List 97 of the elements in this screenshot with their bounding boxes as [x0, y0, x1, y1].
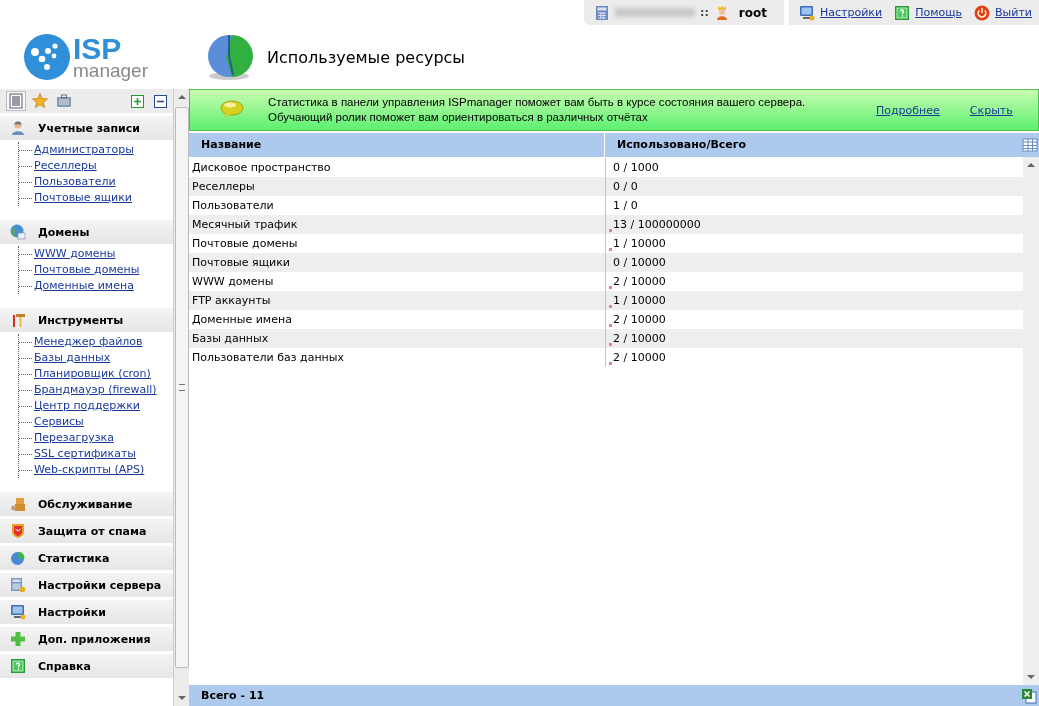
top-link[interactable]: Помощь: [915, 6, 962, 19]
column-header[interactable]: Название: [189, 133, 605, 157]
top-link[interactable]: Настройки: [820, 6, 883, 19]
sidebar-tab[interactable]: [6, 91, 26, 111]
sidebar-link[interactable]: WWW домены: [34, 247, 116, 260]
logo-subtitle: manager: [73, 61, 148, 80]
sidebar-link[interactable]: Перезагрузка: [34, 431, 114, 444]
table-cell: 2 / 10000: [613, 313, 666, 326]
calculator-icon: [594, 4, 610, 21]
monitor-icon: [799, 4, 815, 21]
sidebar-section[interactable]: Учетные записи: [0, 116, 174, 140]
sidebar-link[interactable]: Центр поддержки: [34, 399, 140, 412]
sidebar-link[interactable]: Сервисы: [34, 415, 84, 428]
sidebar-link[interactable]: SSL сертификаты: [34, 447, 136, 460]
sidebar-link[interactable]: Почтовые домены: [34, 263, 140, 276]
spreadsheet-export-icon[interactable]: [1021, 687, 1037, 704]
user-name: root: [738, 5, 767, 20]
sidebar-section[interactable]: Защита от спама: [0, 519, 174, 543]
table-cell: 13 / 100000000: [613, 218, 701, 231]
separator: ::: [700, 6, 709, 19]
shield-icon: [10, 523, 26, 539]
table-cell-text: Месячный трафик: [191, 218, 299, 231]
table-cell: 0 / 1000: [613, 161, 659, 174]
table-cell: 1 / 0: [613, 199, 638, 212]
sidebar-section[interactable]: Обслуживание: [0, 492, 174, 516]
sidebar-link[interactable]: Планировщик (cron): [34, 367, 151, 380]
sidebar-link[interactable]: Администраторы: [34, 143, 134, 156]
sidebar-section[interactable]: Домены: [0, 220, 174, 244]
scrollbar-thumb[interactable]: [174, 107, 189, 668]
sidebar-section[interactable]: Инструменты: [0, 308, 174, 332]
table-cell: 0 / 10000: [613, 256, 666, 269]
table-cell-text: FTP аккаунты: [191, 294, 272, 307]
sidebar-link[interactable]: Доменные имена: [34, 279, 134, 292]
help-icon: [894, 4, 911, 21]
table-cell-text: Пользователи: [191, 199, 275, 212]
logo-icon: [24, 34, 70, 80]
pie-chart-icon: [205, 32, 255, 82]
tools-icon: [10, 312, 26, 328]
sidebar-section[interactable]: Статистика: [0, 546, 174, 570]
boxes-icon: [10, 496, 26, 512]
sidebar-section[interactable]: Доп. приложения: [0, 627, 174, 651]
table-cell: 1 / 10000: [613, 294, 666, 307]
top-link[interactable]: Выйти: [995, 6, 1032, 19]
help-icon: [10, 658, 26, 674]
table-cell-text: Реселлеры: [191, 180, 256, 193]
sidebar-link[interactable]: Брандмауэр (firewall): [34, 383, 157, 396]
globe-icon: [10, 224, 26, 240]
logo-title: ISP: [73, 34, 123, 64]
flag-mark: [609, 229, 612, 232]
flag-mark: [609, 305, 612, 308]
column-header[interactable]: Использовано/Всего: [605, 133, 1022, 157]
table-cell: 2 / 10000: [613, 332, 666, 345]
table-cell: 1 / 10000: [613, 237, 666, 250]
banner-text: Обучающий ролик поможет вам ориентироваться в различных отчётах: [268, 110, 648, 125]
table-cell: 2 / 10000: [613, 351, 666, 364]
list-icon: [8, 93, 24, 109]
power-icon: [974, 4, 990, 21]
star-icon: [32, 93, 48, 109]
table-cell: 0 / 0: [613, 180, 638, 193]
table-cell-text: WWW домены: [191, 275, 275, 288]
table-cell-text: Пользователи баз данных: [191, 351, 345, 364]
sidebar-link[interactable]: Базы данных: [34, 351, 111, 364]
sidebar-link[interactable]: Пользователи: [34, 175, 116, 188]
sidebar-section[interactable]: Справка: [0, 654, 174, 678]
sidebar-link[interactable]: Web-скрипты (APS): [34, 463, 145, 476]
expand-all-icon[interactable]: [131, 94, 145, 108]
flag-mark: [609, 324, 612, 327]
table-settings-icon[interactable]: [1022, 137, 1038, 153]
banner-text: Статистика в панели управления ISPmanager поможет вам быть в курсе состояния вашего сервера.: [268, 95, 806, 110]
table-cell-text: Почтовые домены: [191, 237, 299, 250]
sidebar-section[interactable]: Настройки сервера: [0, 573, 174, 597]
sidebar-tab[interactable]: [30, 91, 50, 111]
page-title: Используемые ресурсы: [267, 47, 465, 67]
table-cell-text: Почтовые ящики: [191, 256, 291, 269]
flag-mark: [609, 286, 612, 289]
table-cell: 2 / 10000: [613, 275, 666, 288]
flag-mark: [609, 343, 612, 346]
flag-mark: [609, 362, 612, 365]
banner-link[interactable]: Скрыть: [969, 103, 1013, 117]
monitor-icon: [10, 604, 26, 620]
calc-icon: [10, 577, 26, 593]
case-icon: [56, 93, 72, 109]
sidebar-link[interactable]: Почтовые ящики: [34, 191, 132, 204]
table-cell-text: Доменные имена: [191, 313, 293, 326]
speech-bubble-icon: [220, 100, 244, 120]
table-cell-text: Базы данных: [191, 332, 270, 345]
table-footer-text: Всего - 11: [201, 689, 265, 702]
plus-icon: [10, 631, 26, 647]
banner-link[interactable]: Подробнее: [876, 103, 940, 117]
pie-icon: [10, 550, 26, 566]
sidebar-link[interactable]: Реселлеры: [34, 159, 97, 172]
table-cell-text: Дисковое пространство: [191, 161, 332, 174]
collapse-all-icon[interactable]: [154, 94, 168, 108]
sidebar-section[interactable]: Настройки: [0, 600, 174, 624]
flag-mark: [609, 248, 612, 251]
user-icon: [10, 120, 26, 136]
sidebar-link[interactable]: Менеджер файлов: [34, 335, 143, 348]
